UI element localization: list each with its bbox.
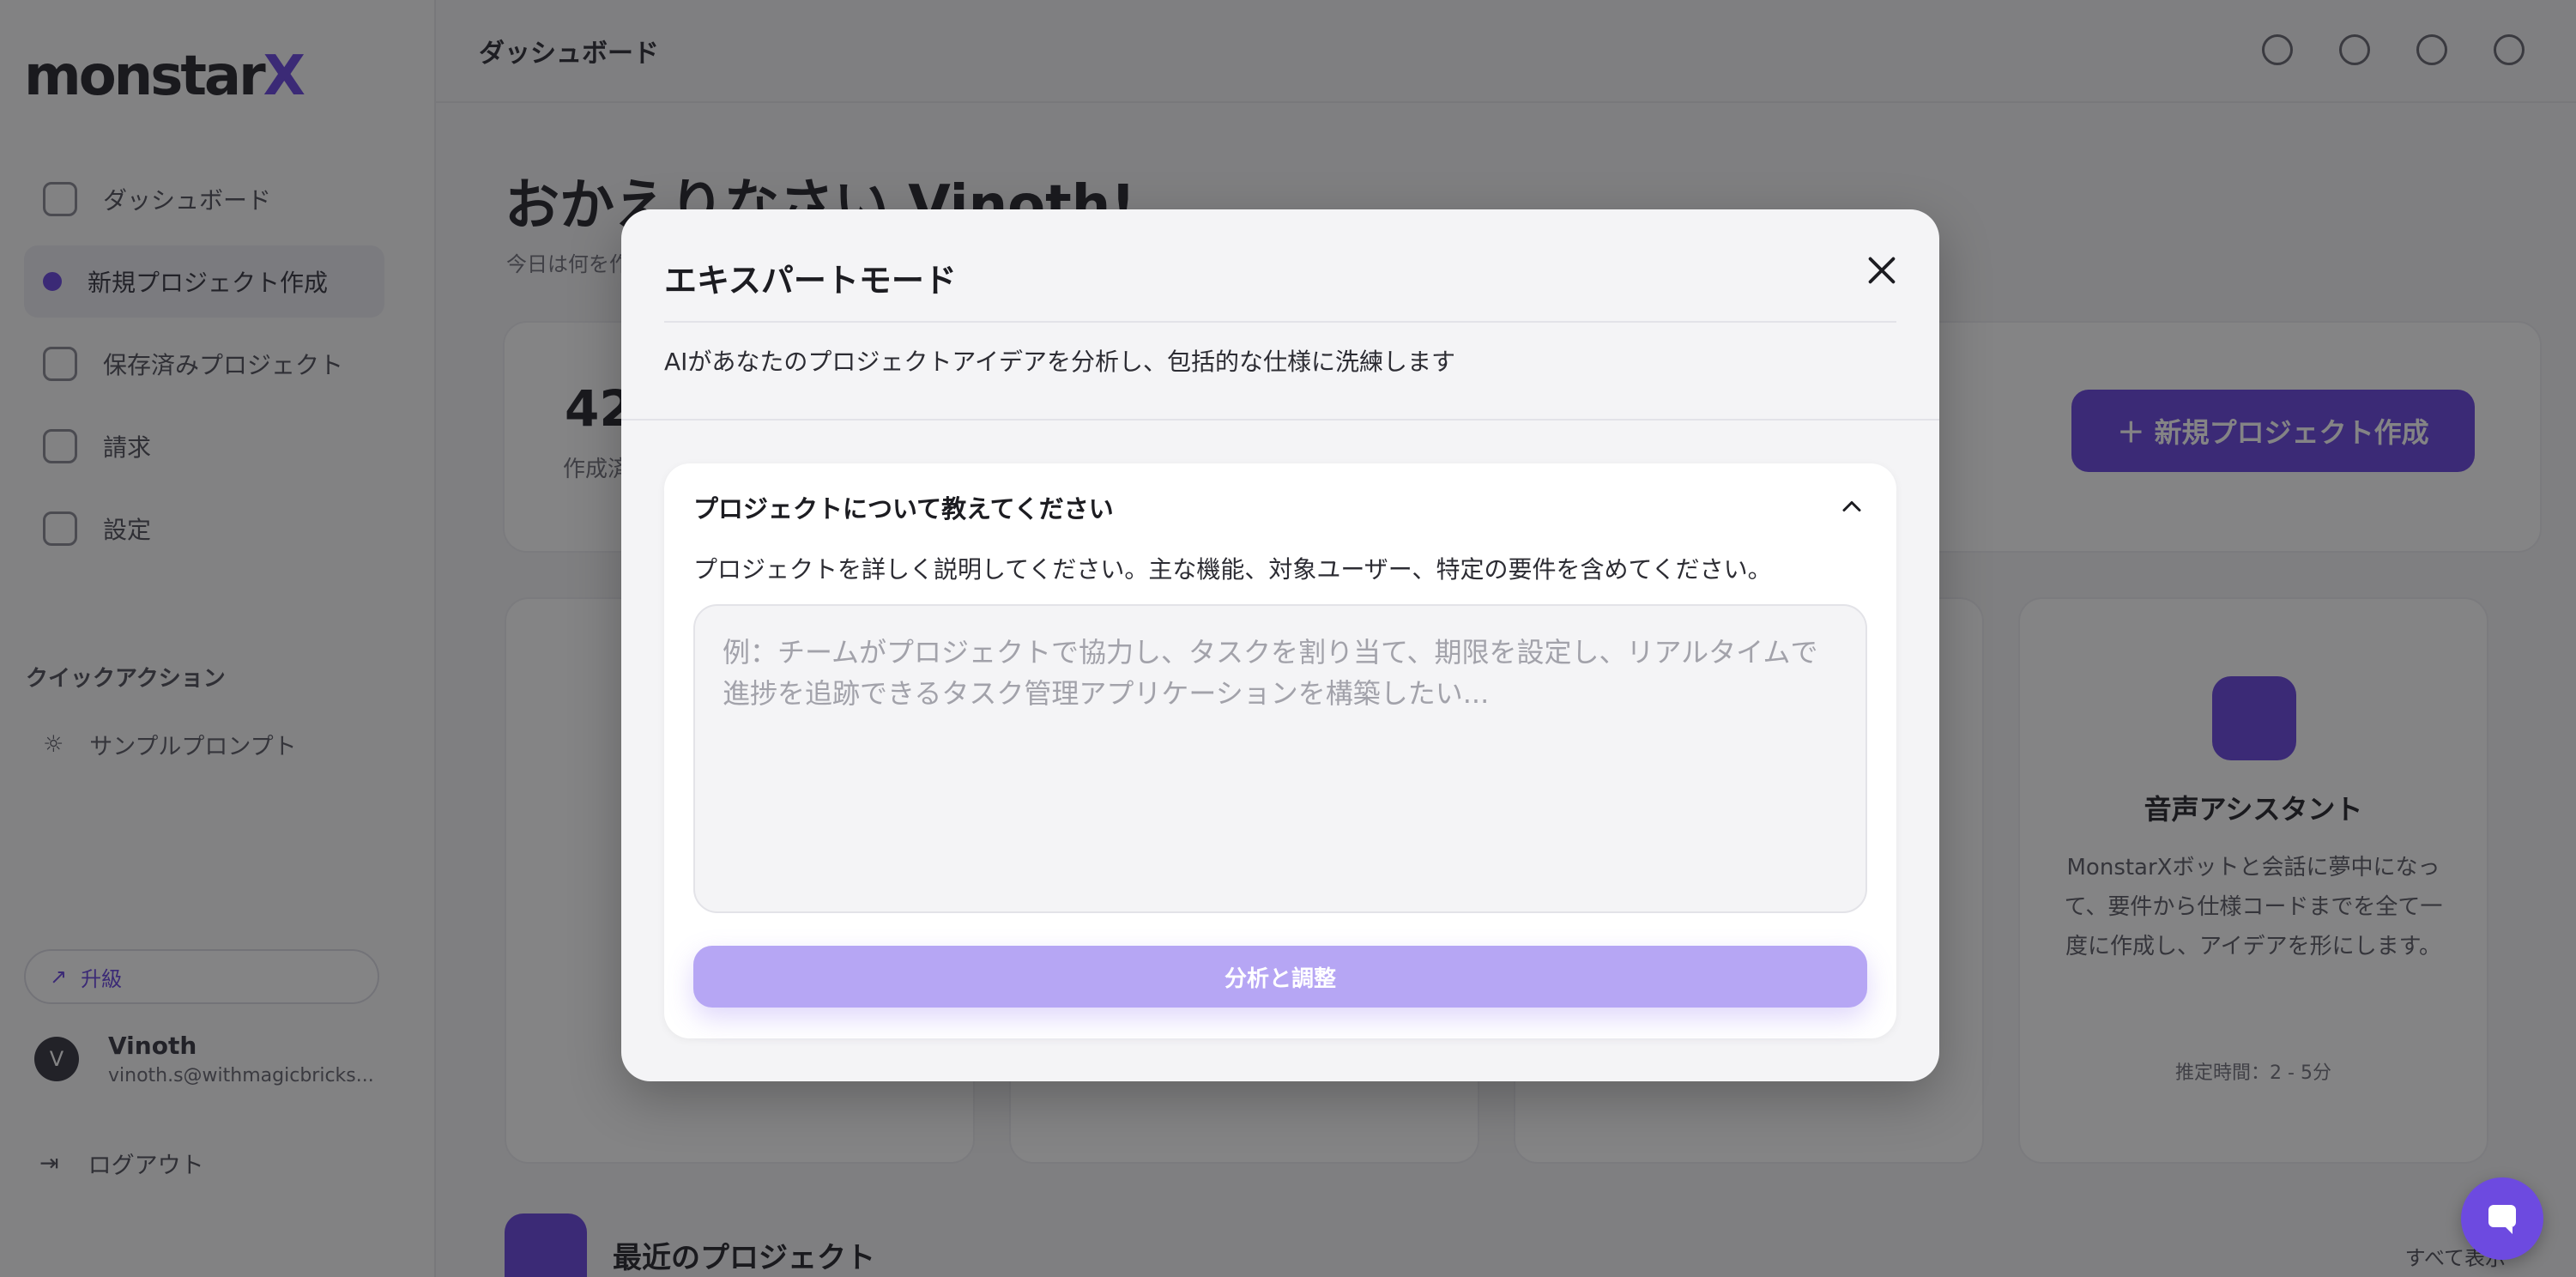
modal-title: エキスパートモード [664,262,957,300]
modal-subtitle: AIがあなたのプロジェクトアイデアを分析し、包括的な仕様に洗練します [664,348,1456,376]
panel-title: プロジェクトについて教えてください [693,494,1114,524]
expert-mode-modal: エキスパートモード AIがあなたのプロジェクトアイデアを分析し、包括的な仕様に洗… [621,209,1939,1081]
chat-bubble-icon [2488,1205,2516,1234]
close-icon[interactable] [1862,251,1902,290]
project-description-panel: プロジェクトについて教えてください プロジェクトを詳しく説明してください。主な機… [664,463,1896,1038]
chat-button[interactable] [2461,1177,2543,1260]
project-description-input[interactable] [693,604,1867,913]
panel-description: プロジェクトを詳しく説明してください。主な機能、対象ユーザー、特定の要件を含めて… [693,555,1772,584]
divider [621,419,1939,421]
divider [664,321,1896,323]
analyze-refine-button[interactable]: 分析と調整 [693,946,1867,1008]
chevron-up-icon[interactable] [1836,491,1867,522]
